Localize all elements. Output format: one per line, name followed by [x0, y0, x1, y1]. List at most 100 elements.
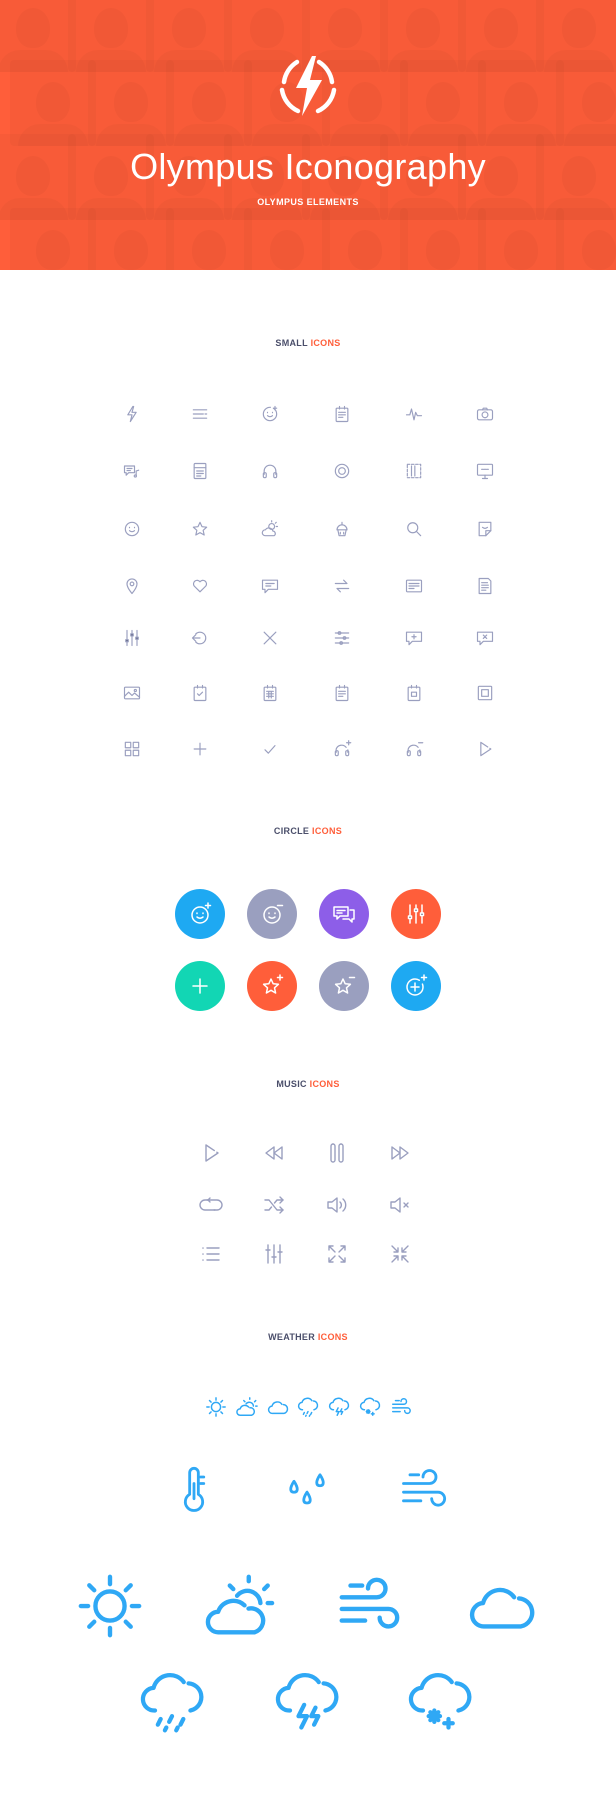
wind-icon	[390, 1396, 412, 1418]
document-icon	[475, 576, 495, 596]
weather-sun-cloud-icon	[260, 519, 280, 539]
remove-star-circle-button[interactable]	[319, 961, 369, 1011]
cloud-snow-icon	[359, 1396, 381, 1418]
equalizer-icon	[407, 904, 425, 924]
cloud-thunder-icon	[273, 1668, 341, 1736]
star-icon	[190, 519, 210, 539]
sun-cloud-icon	[205, 1571, 275, 1641]
section-label: SMALL	[275, 338, 308, 348]
add-star-icon	[262, 974, 284, 994]
cloud-thunder-icon	[328, 1396, 350, 1418]
smile-icon	[122, 519, 142, 539]
play-icon	[199, 1141, 223, 1165]
columns-icon	[404, 461, 424, 481]
lightning-circle-icon	[276, 54, 340, 118]
calendar-grid-icon	[260, 683, 280, 703]
schedule-icon	[332, 683, 352, 703]
camera-icon	[475, 404, 495, 424]
swap-arrows-icon	[332, 576, 352, 596]
event-icon	[404, 683, 424, 703]
cupcake-icon	[332, 519, 352, 539]
photo-icon	[122, 683, 142, 703]
map-pin-icon	[122, 576, 142, 596]
pause-icon	[325, 1141, 349, 1165]
mixer-icon	[262, 1242, 286, 1266]
equalizer-icon	[122, 628, 142, 648]
wind-icon	[333, 1571, 403, 1641]
remove-headphones-icon	[404, 739, 424, 759]
headphones-icon	[260, 461, 280, 481]
plus-circle-button[interactable]	[175, 961, 225, 1011]
section-label: MUSIC	[276, 1079, 307, 1089]
mute-icon	[388, 1193, 412, 1217]
back-circle-icon	[190, 628, 210, 648]
remove-star-icon	[334, 976, 356, 994]
newsfeed-icon	[190, 461, 210, 481]
collapse-icon	[388, 1242, 412, 1266]
wind-icon	[397, 1464, 449, 1516]
sun-icon	[75, 1571, 145, 1641]
hero-overlay	[0, 0, 616, 270]
page-subtitle: OLYMPUS ELEMENTS	[257, 197, 359, 207]
list-lines-icon	[190, 404, 210, 424]
add-comment-icon	[404, 628, 424, 648]
happy-face-icon	[260, 404, 280, 424]
cloud-rain-icon	[297, 1396, 319, 1418]
chat-music-icon	[122, 461, 142, 481]
article-icon	[404, 576, 424, 596]
grid-menu-icon	[122, 739, 142, 759]
play-icon	[475, 739, 495, 759]
expand-icon	[325, 1242, 349, 1266]
add-happy-face-circle-button[interactable]	[175, 889, 225, 939]
section-accent: ICONS	[309, 1079, 340, 1089]
close-x-icon	[260, 628, 280, 648]
plus-icon	[192, 978, 208, 994]
music-icons-heading: MUSIC ICONS	[0, 1079, 616, 1089]
plus-icon	[190, 739, 210, 759]
section-accent: ICONS	[312, 826, 343, 836]
section-accent: ICONS	[317, 1332, 348, 1342]
repeat-icon	[199, 1193, 223, 1217]
pulse-icon	[404, 404, 424, 424]
page-title: Olympus Iconography	[130, 146, 486, 187]
sliders-icon	[332, 628, 352, 648]
record-icon	[332, 461, 352, 481]
remove-happy-face-icon	[263, 904, 284, 924]
volume-icon	[325, 1193, 349, 1217]
monitor-icon	[475, 461, 495, 481]
checked-calendar-icon	[190, 683, 210, 703]
circle-icons-heading: CIRCLE ICONS	[0, 826, 616, 836]
add-circle-icon	[406, 974, 428, 996]
add-star-circle-button[interactable]	[247, 961, 297, 1011]
add-happy-face-icon	[191, 902, 212, 924]
fast-forward-icon	[388, 1141, 412, 1165]
hero-banner: Olympus Iconography OLYMPUS ELEMENTS	[0, 0, 616, 270]
playlist-icon	[199, 1242, 223, 1266]
add-headphones-icon	[332, 739, 352, 759]
cloud-icon	[467, 1571, 537, 1641]
small-icons-heading: SMALL ICONS	[0, 338, 616, 348]
cloud-rain-icon	[138, 1668, 206, 1736]
lightning-icon	[122, 404, 142, 424]
cloud-snow-icon	[406, 1668, 474, 1736]
chat-messages-circle-button[interactable]	[319, 889, 369, 939]
section-label: CIRCLE	[273, 826, 310, 836]
raindrops-icon	[281, 1464, 333, 1516]
add-circle-circle-button[interactable]	[391, 961, 441, 1011]
sun-cloud-icon	[236, 1396, 258, 1418]
heart-icon	[190, 576, 210, 596]
framed-square-icon	[475, 683, 495, 703]
section-label: WEATHER	[268, 1332, 316, 1342]
rewind-icon	[262, 1141, 286, 1165]
remove-happy-face-circle-button[interactable]	[247, 889, 297, 939]
weather-icons-heading: WEATHER ICONS	[0, 1332, 616, 1342]
cloud-icon	[267, 1396, 289, 1418]
search-icon	[404, 519, 424, 539]
calendar-icon	[332, 404, 352, 424]
sticker-icon	[475, 519, 495, 539]
comment-icon	[260, 576, 280, 596]
equalizer-circle-button[interactable]	[391, 889, 441, 939]
delete-comment-icon	[475, 628, 495, 648]
section-accent: ICONS	[310, 338, 341, 348]
shuffle-icon	[262, 1193, 286, 1217]
